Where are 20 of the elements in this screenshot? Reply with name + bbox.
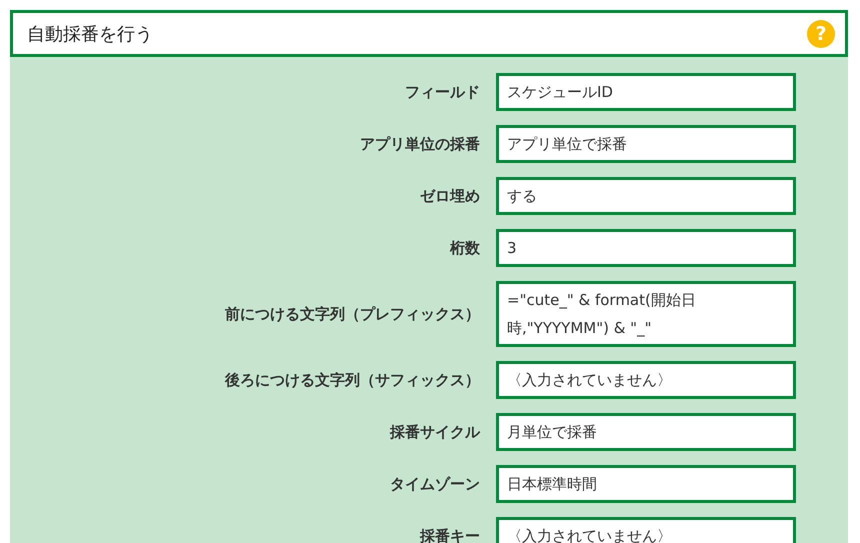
field-label: フィールド [404,82,480,102]
field-label: 後ろにつける文字列（サフィックス） [224,370,480,390]
field-label: アプリ単位の採番 [359,134,480,154]
value-field: 日本標準時間 [496,465,796,503]
field-label: タイムゾーン [389,474,480,494]
value-field: アプリ単位で採番 [496,125,796,163]
value-field: 〈入力されていません〉 [496,517,796,543]
value-field: ="cute_" & format(開始日時,"YYYYMM") & "_" [496,281,796,347]
value-field: する [496,177,796,215]
value-field: スケジュールID [496,73,796,111]
help-icon[interactable]: ? [807,20,835,48]
value-field: 月単位で採番 [496,413,796,451]
section-title: 自動採番を行う [27,22,153,46]
field-label: 採番サイクル [388,422,480,442]
field-label: ゼロ埋め [419,186,480,206]
field-label: 前につける文字列（プレフィックス） [224,304,480,324]
field-label: 桁数 [448,238,480,258]
field-label: 採番キー [418,526,480,543]
value-field: 3 [496,229,796,267]
value-field: 〈入力されていません〉 [496,361,796,399]
